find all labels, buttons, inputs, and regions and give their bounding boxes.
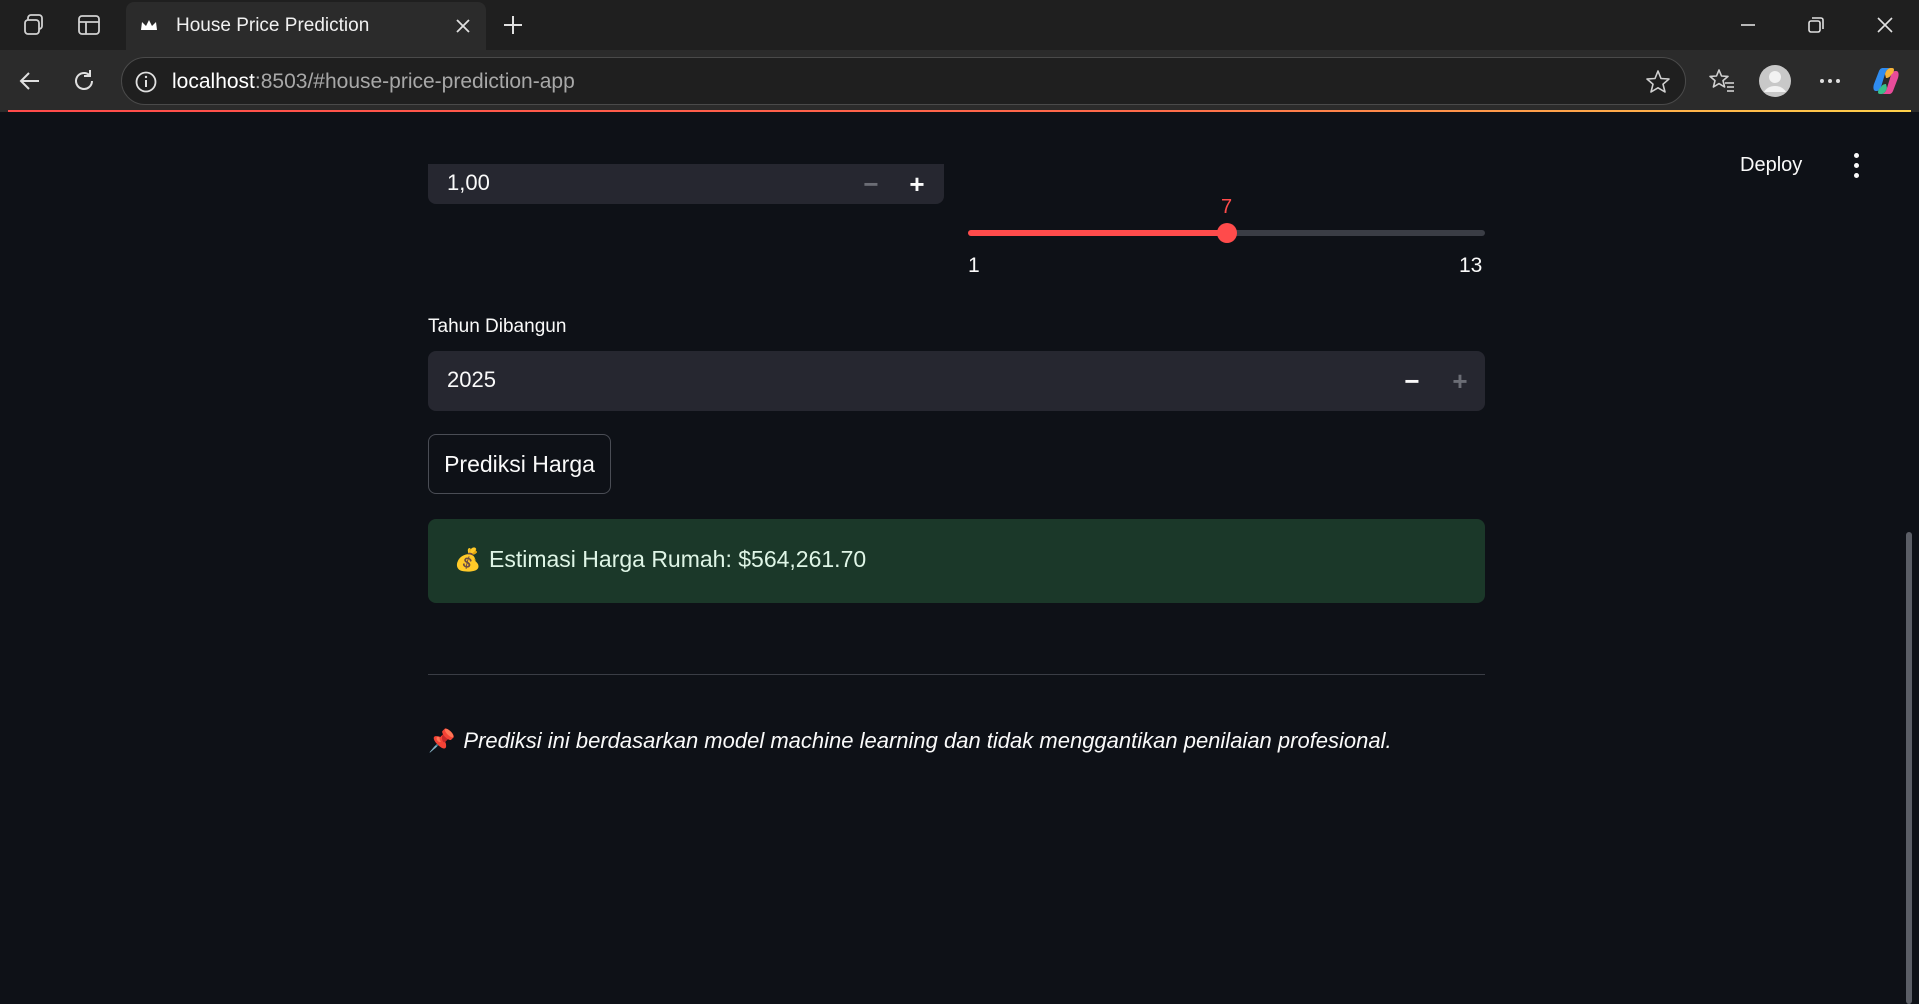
streamlit-crown-icon <box>138 15 160 37</box>
number-input-value[interactable]: 1,00 <box>447 170 490 196</box>
year-input-value[interactable]: 2025 <box>447 367 496 393</box>
slider-min-label: 1 <box>968 254 980 277</box>
close-window-icon[interactable] <box>1851 0 1919 50</box>
divider <box>428 674 1485 675</box>
browser-tab-bar: House Price Prediction <box>0 0 1919 50</box>
streamlit-app: Deploy 1,00 − + 7 1 13 Tahun Dibangun 20… <box>0 112 1919 1004</box>
year-input-label: Tahun Dibangun <box>428 316 567 337</box>
money-bag-icon: 💰 <box>454 547 482 572</box>
deploy-button[interactable]: Deploy <box>1740 154 1802 177</box>
url-text[interactable]: localhost:8503/#house-price-prediction-a… <box>172 70 575 94</box>
year-increment-button[interactable]: + <box>1437 351 1483 411</box>
year-decrement-button[interactable]: − <box>1389 351 1435 411</box>
result-text: Estimasi Harga Rumah: $564,261.70 <box>489 546 867 572</box>
more-options-icon[interactable] <box>1812 63 1848 99</box>
url-path: :8503/#house-price-prediction-app <box>254 70 575 93</box>
tab-actions-icon[interactable] <box>74 10 104 40</box>
address-bar[interactable]: localhost:8503/#house-price-prediction-a… <box>121 57 1686 105</box>
new-tab-icon[interactable] <box>497 9 529 41</box>
copilot-icon[interactable] <box>1868 63 1904 99</box>
slider-max-label: 13 <box>1459 254 1483 277</box>
plus-icon: + <box>909 168 925 199</box>
tab-title: House Price Prediction <box>176 15 370 36</box>
increment-button[interactable]: + <box>894 164 940 204</box>
disclaimer: 📌 Prediksi ini berdasarkan model machine … <box>428 728 1392 754</box>
back-icon[interactable] <box>12 63 48 99</box>
slider-thumb[interactable] <box>1217 223 1237 243</box>
success-alert: 💰 Estimasi Harga Rumah: $564,261.70 <box>428 519 1485 603</box>
slider-current-value: 7 <box>1221 196 1233 218</box>
pushpin-icon: 📌 <box>428 728 456 753</box>
slider-fill <box>968 230 1227 236</box>
disclaimer-text: Prediksi ini berdasarkan model machine l… <box>463 728 1392 753</box>
close-tab-icon[interactable] <box>450 13 476 39</box>
predict-button[interactable]: Prediksi Harga <box>428 434 611 494</box>
browser-toolbar: localhost:8503/#house-price-prediction-a… <box>0 50 1919 112</box>
plus-icon: + <box>1452 365 1468 396</box>
favorites-icon[interactable] <box>1704 63 1740 99</box>
main-menu-icon[interactable] <box>1846 148 1866 182</box>
site-info-icon[interactable] <box>134 70 158 94</box>
refresh-icon[interactable] <box>66 63 102 99</box>
minus-icon: − <box>863 168 879 199</box>
year-number-input[interactable]: 2025 − + <box>428 351 1485 411</box>
number-input[interactable]: 1,00 − + <box>428 164 944 204</box>
favorite-star-icon[interactable] <box>1645 69 1671 95</box>
minimize-icon[interactable] <box>1714 0 1782 50</box>
workspaces-icon[interactable] <box>20 10 50 40</box>
slider-track[interactable] <box>968 223 1485 243</box>
minus-icon: − <box>1404 365 1420 396</box>
scrollbar-thumb[interactable] <box>1906 532 1912 1004</box>
restore-icon[interactable] <box>1782 0 1850 50</box>
url-host: localhost <box>172 70 255 93</box>
active-tab[interactable]: House Price Prediction <box>126 2 486 50</box>
decrement-button[interactable]: − <box>848 164 894 204</box>
profile-avatar-icon[interactable] <box>1757 63 1793 99</box>
